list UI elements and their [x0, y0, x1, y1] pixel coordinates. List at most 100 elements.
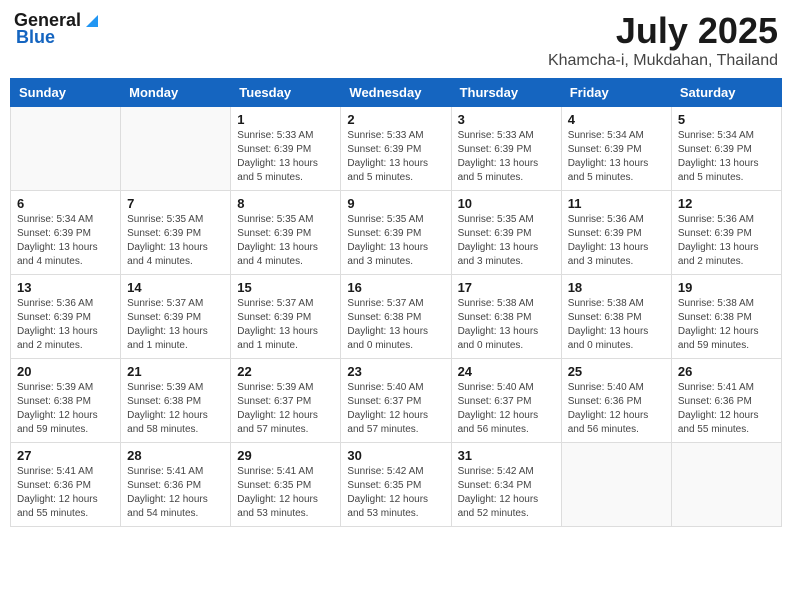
calendar-cell: 17 Sunrise: 5:38 AM Sunset: 6:38 PM Dayli… — [451, 275, 561, 359]
col-header-monday: Monday — [121, 79, 231, 107]
calendar-cell: 9 Sunrise: 5:35 AM Sunset: 6:39 PM Daylig… — [341, 191, 451, 275]
logo-triangle-icon — [82, 13, 98, 29]
day-number: 25 — [568, 364, 665, 379]
calendar-cell: 1 Sunrise: 5:33 AM Sunset: 6:39 PM Daylig… — [231, 107, 341, 191]
day-info: Sunrise: 5:35 AM Sunset: 6:39 PM Dayligh… — [127, 213, 224, 269]
col-header-thursday: Thursday — [451, 79, 561, 107]
calendar-cell — [11, 107, 121, 191]
col-header-saturday: Saturday — [671, 79, 781, 107]
day-info: Sunrise: 5:38 AM Sunset: 6:38 PM Dayligh… — [458, 297, 555, 353]
calendar-cell: 30 Sunrise: 5:42 AM Sunset: 6:35 PM Dayli… — [341, 443, 451, 527]
calendar-cell: 31 Sunrise: 5:42 AM Sunset: 6:34 PM Dayli… — [451, 443, 561, 527]
calendar-cell: 12 Sunrise: 5:36 AM Sunset: 6:39 PM Dayli… — [671, 191, 781, 275]
day-number: 6 — [17, 196, 114, 211]
calendar-cell: 13 Sunrise: 5:36 AM Sunset: 6:39 PM Dayli… — [11, 275, 121, 359]
day-number: 13 — [17, 280, 114, 295]
calendar-table: SundayMondayTuesdayWednesdayThursdayFrid… — [10, 78, 782, 527]
day-info: Sunrise: 5:40 AM Sunset: 6:37 PM Dayligh… — [347, 381, 444, 437]
col-header-tuesday: Tuesday — [231, 79, 341, 107]
day-number: 29 — [237, 448, 334, 463]
day-info: Sunrise: 5:42 AM Sunset: 6:34 PM Dayligh… — [458, 465, 555, 521]
day-info: Sunrise: 5:35 AM Sunset: 6:39 PM Dayligh… — [458, 213, 555, 269]
day-info: Sunrise: 5:41 AM Sunset: 6:36 PM Dayligh… — [17, 465, 114, 521]
day-number: 11 — [568, 196, 665, 211]
calendar-cell: 29 Sunrise: 5:41 AM Sunset: 6:35 PM Dayli… — [231, 443, 341, 527]
day-info: Sunrise: 5:33 AM Sunset: 6:39 PM Dayligh… — [237, 129, 334, 185]
calendar-cell — [121, 107, 231, 191]
logo-blue: Blue — [16, 27, 55, 48]
day-info: Sunrise: 5:41 AM Sunset: 6:35 PM Dayligh… — [237, 465, 334, 521]
calendar-cell: 21Sunrise: 5:39 AM Sunset: 6:38 PM Dayli… — [121, 359, 231, 443]
calendar-cell — [561, 443, 671, 527]
day-info: Sunrise: 5:36 AM Sunset: 6:39 PM Dayligh… — [678, 213, 775, 269]
calendar-cell — [671, 443, 781, 527]
day-number: 9 — [347, 196, 444, 211]
day-number: 1 — [237, 112, 334, 127]
calendar-cell: 22 Sunrise: 5:39 AM Sunset: 6:37 PM Dayli… — [231, 359, 341, 443]
day-number: 5 — [678, 112, 775, 127]
calendar-cell: 4 Sunrise: 5:34 AM Sunset: 6:39 PM Daylig… — [561, 107, 671, 191]
day-info: Sunrise: 5:41 AM Sunset: 6:36 PM Dayligh… — [127, 465, 224, 521]
calendar-cell: 23 Sunrise: 5:40 AM Sunset: 6:37 PM Dayli… — [341, 359, 451, 443]
calendar-cell: 26 Sunrise: 5:41 AM Sunset: 6:36 PM Dayli… — [671, 359, 781, 443]
day-number: 7 — [127, 196, 224, 211]
calendar-cell: 11 Sunrise: 5:36 AM Sunset: 6:39 PM Dayli… — [561, 191, 671, 275]
day-info: Sunrise: 5:36 AM Sunset: 6:39 PM Dayligh… — [17, 297, 114, 353]
day-info: Sunrise: 5:34 AM Sunset: 6:39 PM Dayligh… — [568, 129, 665, 185]
day-number: 22 — [237, 364, 334, 379]
calendar-cell: 19 Sunrise: 5:38 AM Sunset: 6:38 PM Dayli… — [671, 275, 781, 359]
day-info: Sunrise: 5:37 AM Sunset: 6:39 PM Dayligh… — [127, 297, 224, 353]
day-number: 23 — [347, 364, 444, 379]
day-info: Sunrise: 5:37 AM Sunset: 6:38 PM Dayligh… — [347, 297, 444, 353]
day-info: Sunrise: 5:33 AM Sunset: 6:39 PM Dayligh… — [458, 129, 555, 185]
day-number: 18 — [568, 280, 665, 295]
day-number: 30 — [347, 448, 444, 463]
day-number: 10 — [458, 196, 555, 211]
day-info: Sunrise: 5:34 AM Sunset: 6:39 PM Dayligh… — [678, 129, 775, 185]
calendar-cell: 3Sunrise: 5:33 AM Sunset: 6:39 PM Daylig… — [451, 107, 561, 191]
day-number: 12 — [678, 196, 775, 211]
day-info: Sunrise: 5:39 AM Sunset: 6:37 PM Dayligh… — [237, 381, 334, 437]
day-info: Sunrise: 5:38 AM Sunset: 6:38 PM Dayligh… — [678, 297, 775, 353]
col-header-wednesday: Wednesday — [341, 79, 451, 107]
calendar-cell: 6 Sunrise: 5:34 AM Sunset: 6:39 PM Daylig… — [11, 191, 121, 275]
day-info: Sunrise: 5:37 AM Sunset: 6:39 PM Dayligh… — [237, 297, 334, 353]
calendar-cell: 10 Sunrise: 5:35 AM Sunset: 6:39 PM Dayli… — [451, 191, 561, 275]
day-info: Sunrise: 5:36 AM Sunset: 6:39 PM Dayligh… — [568, 213, 665, 269]
calendar-cell: 15 Sunrise: 5:37 AM Sunset: 6:39 PM Dayli… — [231, 275, 341, 359]
calendar-cell: 7 Sunrise: 5:35 AM Sunset: 6:39 PM Daylig… — [121, 191, 231, 275]
day-number: 19 — [678, 280, 775, 295]
day-number: 26 — [678, 364, 775, 379]
calendar-cell: 18 Sunrise: 5:38 AM Sunset: 6:38 PM Dayli… — [561, 275, 671, 359]
day-number: 20 — [17, 364, 114, 379]
day-info: Sunrise: 5:42 AM Sunset: 6:35 PM Dayligh… — [347, 465, 444, 521]
day-number: 17 — [458, 280, 555, 295]
day-info: Sunrise: 5:35 AM Sunset: 6:39 PM Dayligh… — [237, 213, 334, 269]
location-title: Khamcha-i, Mukdahan, Thailand — [548, 52, 778, 70]
day-info: Sunrise: 5:34 AM Sunset: 6:39 PM Dayligh… — [17, 213, 114, 269]
day-number: 2 — [347, 112, 444, 127]
calendar-cell: 20 Sunrise: 5:39 AM Sunset: 6:38 PM Dayli… — [11, 359, 121, 443]
day-number: 24 — [458, 364, 555, 379]
col-header-friday: Friday — [561, 79, 671, 107]
calendar-cell: 24Sunrise: 5:40 AM Sunset: 6:37 PM Dayli… — [451, 359, 561, 443]
day-number: 4 — [568, 112, 665, 127]
day-info: Sunrise: 5:39 AM Sunset: 6:38 PM Dayligh… — [17, 381, 114, 437]
calendar-cell: 16Sunrise: 5:37 AM Sunset: 6:38 PM Dayli… — [341, 275, 451, 359]
page-header: General Blue July 2025 Khamcha-i, Mukdah… — [10, 10, 782, 70]
day-info: Sunrise: 5:38 AM Sunset: 6:38 PM Dayligh… — [568, 297, 665, 353]
day-info: Sunrise: 5:35 AM Sunset: 6:39 PM Dayligh… — [347, 213, 444, 269]
day-info: Sunrise: 5:39 AM Sunset: 6:38 PM Dayligh… — [127, 381, 224, 437]
calendar-cell: 25 Sunrise: 5:40 AM Sunset: 6:36 PM Dayli… — [561, 359, 671, 443]
calendar-cell: 14Sunrise: 5:37 AM Sunset: 6:39 PM Dayli… — [121, 275, 231, 359]
calendar-cell: 8Sunrise: 5:35 AM Sunset: 6:39 PM Daylig… — [231, 191, 341, 275]
col-header-sunday: Sunday — [11, 79, 121, 107]
calendar-cell: 5 Sunrise: 5:34 AM Sunset: 6:39 PM Daylig… — [671, 107, 781, 191]
calendar-cell: 28Sunrise: 5:41 AM Sunset: 6:36 PM Dayli… — [121, 443, 231, 527]
month-title: July 2025 — [548, 10, 778, 52]
logo: General Blue — [14, 10, 99, 48]
day-number: 31 — [458, 448, 555, 463]
day-info: Sunrise: 5:40 AM Sunset: 6:36 PM Dayligh… — [568, 381, 665, 437]
day-number: 15 — [237, 280, 334, 295]
day-info: Sunrise: 5:41 AM Sunset: 6:36 PM Dayligh… — [678, 381, 775, 437]
